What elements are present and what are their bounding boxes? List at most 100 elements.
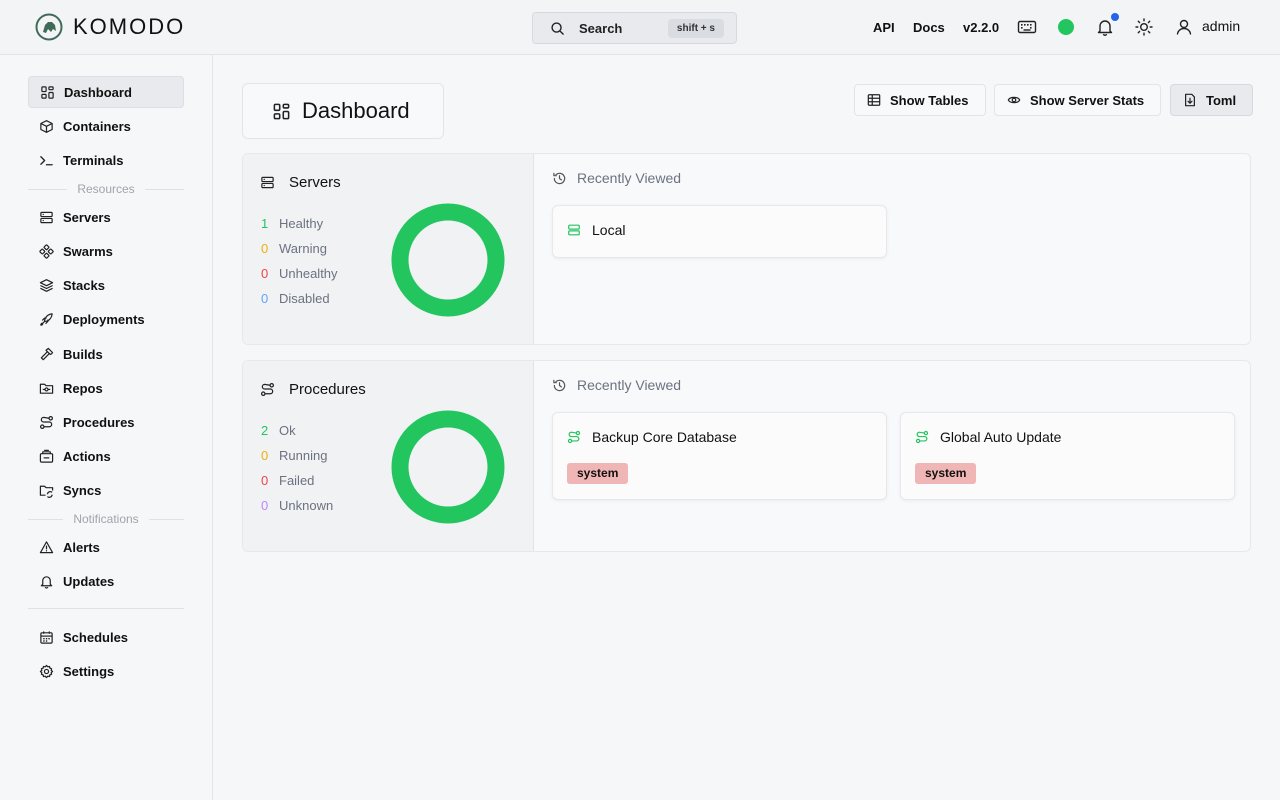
sidebar-item-label: Repos [63, 380, 103, 396]
stat-label: Unknown [279, 498, 334, 513]
stat-label: Warning [279, 241, 327, 256]
stat-failed: 0 Failed [261, 473, 314, 488]
toml-button[interactable]: Toml [1170, 84, 1254, 116]
stat-count: 1 [261, 216, 269, 231]
show-server-stats-button[interactable]: Show Server Stats [994, 84, 1162, 116]
stat-running: 0 Running [261, 448, 327, 463]
stat-count: 0 [261, 448, 269, 463]
eye-icon [1007, 96, 1021, 104]
recent-card-local[interactable]: Local [552, 205, 887, 258]
dashboard-icon [273, 103, 290, 119]
card-title: Local [592, 222, 626, 238]
tag-badge[interactable]: system [915, 463, 977, 484]
sidebar-item-dashboard[interactable]: Dashboard [28, 76, 184, 108]
button-label: Show Tables [890, 92, 969, 108]
sidebar-item-schedules[interactable]: Schedules [28, 621, 184, 653]
procedures-title: Procedures [289, 381, 366, 398]
section-notifications: Notifications [28, 512, 184, 526]
card-title: Backup Core Database [592, 429, 737, 445]
file-download-icon [1185, 93, 1195, 107]
sidebar-item-repos[interactable]: Repos [28, 372, 184, 404]
tag-badge[interactable]: system [567, 463, 629, 484]
box-icon [40, 119, 53, 133]
sidebar-item-label: Schedules [63, 629, 129, 645]
servers-panel: Servers 1 Healthy 0 Warning 0 Unhealthy … [242, 153, 1251, 345]
sidebar-item-actions[interactable]: Actions [28, 440, 184, 472]
servers-title: Servers [289, 174, 341, 191]
sidebar-item-label: Dashboard [64, 84, 132, 100]
sun-icon[interactable] [1134, 17, 1154, 37]
sidebar-item-containers[interactable]: Containers [28, 110, 184, 142]
brand[interactable]: KOMODO [35, 13, 185, 41]
stat-label: Ok [279, 423, 296, 438]
sidebar-item-updates[interactable]: Updates [28, 565, 184, 597]
stat-label: Failed [279, 473, 315, 488]
button-label: Toml [1206, 92, 1237, 108]
route-icon [567, 430, 581, 444]
version-label[interactable]: v2.2.0 [963, 20, 999, 35]
servers-summary[interactable]: Servers 1 Healthy 0 Warning 0 Unhealthy … [243, 154, 534, 344]
terminal-icon [40, 155, 53, 165]
recent-title: Recently Viewed [577, 377, 682, 393]
card-title: Global Auto Update [940, 429, 1062, 445]
layers-icon [39, 278, 54, 292]
search-icon [551, 21, 564, 35]
sidebar-item-settings[interactable]: Settings [28, 655, 184, 687]
stat-count: 2 [261, 423, 269, 438]
folder-git-icon [39, 383, 54, 394]
folder-sync-icon [39, 485, 54, 498]
gear-icon [39, 664, 54, 678]
sidebar-item-procedures[interactable]: Procedures [28, 406, 184, 438]
sidebar-item-label: Stacks [63, 277, 105, 293]
server-icon [261, 176, 274, 189]
sidebar-item-alerts[interactable]: Alerts [28, 531, 184, 563]
search-shortcut: shift + s [667, 19, 724, 38]
connection-status-indicator[interactable] [1058, 19, 1074, 35]
stat-healthy: 1 Healthy [261, 216, 323, 231]
search-label: Search [579, 20, 623, 36]
stat-label: Disabled [279, 291, 330, 306]
show-tables-button[interactable]: Show Tables [854, 84, 986, 116]
recent-card-global-auto-update[interactable]: Global Auto Update system [900, 412, 1235, 500]
stat-label: Healthy [279, 216, 324, 231]
procedures-summary[interactable]: Procedures 2 Ok 0 Running 0 Failed 0 Unk… [243, 361, 534, 551]
sidebar-item-terminals[interactable]: Terminals [28, 144, 184, 176]
stat-count: 0 [261, 291, 269, 306]
sidebar-item-swarms[interactable]: Swarms [28, 235, 184, 267]
user-icon[interactable] [1174, 17, 1194, 37]
dashboard-icon [41, 85, 54, 99]
page-title: Dashboard [302, 98, 410, 123]
sidebar-item-label: Syncs [63, 482, 102, 498]
docs-link[interactable]: Docs [913, 20, 945, 35]
sidebar: Dashboard Containers Terminals Resources… [0, 55, 213, 800]
sidebar-item-label: Builds [63, 346, 103, 362]
sidebar-item-servers[interactable]: Servers [28, 201, 184, 233]
brand-name: KOMODO [73, 14, 186, 39]
route-icon [915, 430, 929, 444]
sidebar-item-label: Swarms [63, 243, 113, 259]
procedures-panel: Procedures 2 Ok 0 Running 0 Failed 0 Unk… [242, 360, 1251, 552]
stat-count: 0 [261, 266, 269, 281]
sidebar-item-deployments[interactable]: Deployments [28, 303, 184, 335]
sidebar-item-builds[interactable]: Builds [28, 338, 184, 370]
api-link[interactable]: API [873, 20, 895, 35]
sidebar-item-stacks[interactable]: Stacks [28, 269, 184, 301]
section-resources: Resources [28, 182, 185, 196]
sidebar-item-label: Procedures [63, 414, 135, 430]
stat-count: 0 [261, 498, 269, 513]
keyboard-icon[interactable] [1017, 17, 1037, 37]
recent-card-backup-core-database[interactable]: Backup Core Database system [552, 412, 887, 500]
sidebar-item-label: Deployments [63, 311, 145, 327]
sidebar-item-label: Actions [63, 448, 111, 464]
history-icon [553, 379, 566, 391]
sidebar-item-syncs[interactable]: Syncs [28, 474, 184, 506]
search-button[interactable]: Search shift + s [532, 12, 737, 44]
sidebar-item-label: Alerts [63, 539, 100, 555]
stat-count: 0 [261, 473, 269, 488]
user-name[interactable]: admin [1202, 18, 1240, 34]
stat-disabled: 0 Disabled [261, 291, 330, 306]
procedures-recent-header: Recently Viewed [552, 377, 681, 393]
sidebar-item-label: Updates [63, 573, 115, 589]
actions-icon [39, 449, 54, 463]
section-label: Notifications [73, 512, 139, 526]
